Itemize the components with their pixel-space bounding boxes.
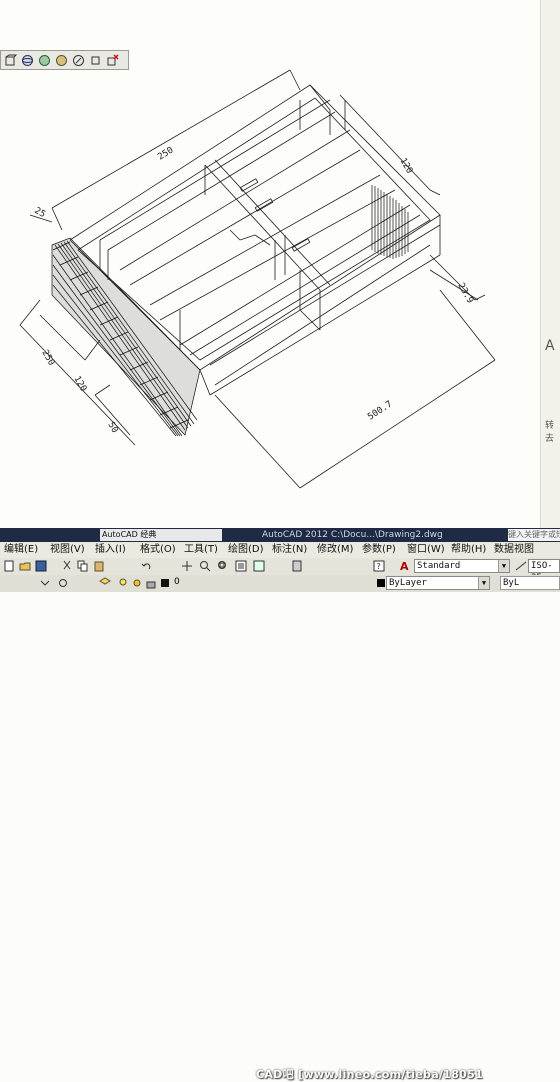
cut-icon[interactable]	[60, 559, 74, 573]
drawing-canvas[interactable]: 250 120 25 120 250 50 23.9 500.7	[0, 0, 540, 528]
svg-text:A: A	[400, 560, 409, 572]
menu-dimension[interactable]: 标注(N)	[272, 542, 307, 558]
save-icon[interactable]	[34, 559, 48, 573]
layer-color-icon[interactable]	[158, 576, 172, 590]
menu-window[interactable]: 窗口(W)	[407, 542, 445, 558]
calculator-icon[interactable]	[290, 559, 304, 573]
cylinder-icon[interactable]	[70, 52, 86, 68]
dim-style-icon	[514, 559, 528, 573]
design-center-icon[interactable]	[252, 559, 266, 573]
new-icon[interactable]	[2, 559, 16, 573]
settings-icon[interactable]	[56, 576, 70, 590]
layer-name: 0	[174, 577, 180, 587]
menu-data-view[interactable]: 数据视图	[494, 542, 534, 558]
menu-bar: 编辑(E) 视图(V) 插入(I) 格式(O) 工具(T) 绘图(D) 标注(N…	[0, 542, 560, 559]
window-title: AutoCAD 2012 C:\Docu...\Drawing2.dwg	[262, 530, 443, 540]
panel-glyph-a: A	[545, 338, 555, 354]
dim-left-small: 25	[33, 206, 47, 220]
zoom-icon[interactable]	[198, 559, 212, 573]
dim-right-offset: 23.9	[455, 282, 475, 306]
view-cube-icon[interactable]	[2, 52, 18, 68]
orbit-icon[interactable]	[19, 52, 35, 68]
undo-icon[interactable]	[140, 559, 154, 573]
open-icon[interactable]	[18, 559, 32, 573]
layer-freeze-icon[interactable]	[130, 576, 144, 590]
dim-style-select[interactable]: ISO-25	[528, 559, 560, 583]
dim-left-outer: 250	[39, 349, 56, 368]
autocad-chrome: AutoCAD 经典 AutoCAD 2012 C:\Docu...\Drawi…	[0, 528, 560, 1081]
layer-lock-icon[interactable]	[144, 576, 158, 590]
linetype-value: ByL	[503, 578, 520, 588]
menu-tools[interactable]: 工具(T)	[184, 542, 218, 558]
workspace-combo[interactable]: AutoCAD 经典	[100, 529, 222, 541]
layer-dropdown-arrow-icon[interactable]	[38, 576, 52, 590]
chevron-down-icon: ▼	[478, 577, 489, 589]
3d-box-icon[interactable]	[36, 52, 52, 68]
properties-icon[interactable]	[234, 559, 248, 573]
menu-draw[interactable]: 绘图(D)	[228, 542, 264, 558]
chevron-down-icon: ▼	[498, 560, 509, 572]
svg-text:?: ?	[377, 562, 381, 571]
dim-top-length: 250	[156, 145, 175, 162]
panel-text-bottom: 转去	[545, 421, 555, 444]
color-select[interactable]: ByLayer ▼	[386, 576, 490, 590]
menu-help[interactable]: 帮助(H)	[451, 542, 486, 558]
text-style-icon: A	[398, 559, 412, 573]
pan-icon[interactable]	[180, 559, 194, 573]
properties-panel-edge: A 转去	[540, 0, 560, 528]
sphere-icon[interactable]	[53, 52, 69, 68]
box-icon[interactable]	[87, 52, 103, 68]
menu-format[interactable]: 格式(O)	[140, 542, 176, 558]
linetype-select[interactable]: ByL	[500, 576, 560, 590]
search-input[interactable]: 键入关键字或短语	[508, 529, 560, 541]
color-value: ByLayer	[389, 578, 427, 588]
layer-manager-icon[interactable]	[98, 576, 112, 590]
layer-on-icon[interactable]	[116, 576, 130, 590]
paste-icon[interactable]	[92, 559, 106, 573]
close-icon[interactable]	[104, 52, 120, 68]
dim-bottom-front: 50	[105, 421, 119, 435]
title-bar: AutoCAD 经典 AutoCAD 2012 C:\Docu...\Drawi…	[0, 528, 560, 542]
menu-edit[interactable]: 编辑(E)	[4, 542, 38, 558]
menu-parametric[interactable]: 参数(P)	[362, 542, 396, 558]
zoom-window-icon[interactable]	[216, 559, 230, 573]
dim-right-depth: 120	[397, 157, 414, 176]
menu-insert[interactable]: 插入(I)	[95, 542, 126, 558]
front-panel-hatch	[51, 237, 201, 437]
menu-modify[interactable]: 修改(M)	[317, 542, 353, 558]
standard-toolbar: ? A Standard ▼ ISO-25	[0, 558, 560, 583]
help-icon[interactable]: ?	[372, 559, 386, 573]
dim-left-front: 120	[71, 375, 88, 394]
copy-icon[interactable]	[76, 559, 90, 573]
wireframe-drawing: 250 120 25 120 250 50 23.9 500.7	[19, 69, 496, 489]
layers-toolbar: 0 ByLayer ▼ ByL	[0, 575, 560, 592]
dim-bottom-diagonal: 500.7	[366, 399, 394, 422]
watermark: CAD吧 [www.lineo.com/tieba/18051	[256, 1068, 484, 1081]
text-style-value: Standard	[417, 561, 461, 571]
menu-view[interactable]: 视图(V)	[50, 542, 85, 558]
modeling-toolbar	[0, 50, 129, 70]
text-style-select[interactable]: Standard ▼	[414, 559, 510, 573]
